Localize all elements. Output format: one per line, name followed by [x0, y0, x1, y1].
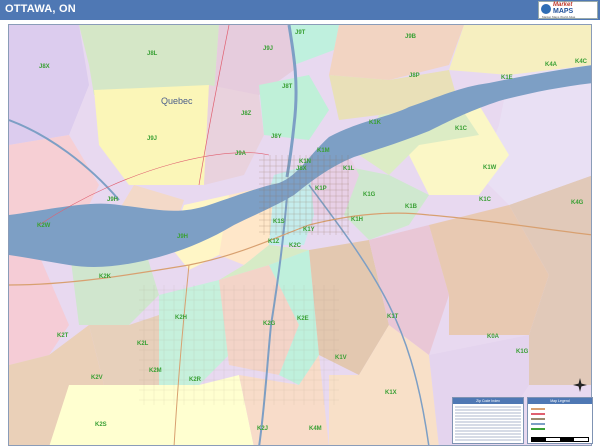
zip-label-k4g: K4G — [571, 200, 584, 206]
zip-label-k2r: K2R — [189, 377, 202, 383]
zip-label-k4m: K4M — [309, 426, 322, 432]
zip-label-j9j-2: J9J — [147, 136, 157, 142]
zip-label-k1e: K1E — [501, 75, 513, 81]
zip-label-k2j: K2J — [257, 426, 268, 432]
zip-label-k1w: K1W — [483, 165, 497, 171]
zip-label-k2e: K2E — [297, 316, 309, 322]
zip-label-j8x: J8X — [39, 64, 50, 70]
zip-label-j8t: J8T — [282, 84, 293, 90]
zip-label-k1y: K1Y — [303, 227, 315, 233]
zip-label-k1m: K1M — [317, 148, 330, 154]
zip-label-k2m: K2M — [149, 368, 162, 374]
zip-index-table: Zip Code Index — [452, 397, 524, 444]
zip-label-k4a: K4A — [545, 62, 558, 68]
index-row — [455, 436, 521, 438]
legend-item — [531, 418, 591, 421]
zip-label-k2t: K2T — [57, 333, 69, 339]
zip-label-j8x-2: J8X — [296, 166, 307, 172]
zip-label-k2s: K2S — [95, 422, 107, 428]
map-legend: Map Legend — [527, 397, 593, 444]
legend-item — [531, 408, 591, 411]
zip-label-k1l: K1L — [343, 166, 355, 172]
zip-area-j9j — [79, 25, 219, 95]
index-row — [455, 406, 521, 408]
legend-item — [531, 423, 591, 426]
zip-index-title: Zip Code Index — [453, 398, 523, 404]
zip-label-k1v: K1V — [335, 355, 347, 361]
zip-label-k1h: K1H — [351, 217, 363, 223]
zip-label-k1c: K1C — [455, 126, 468, 132]
zip-label-k1x: K1X — [385, 390, 397, 396]
map-canvas[interactable]: Quebec J9T J9B J9J J8L J8X J8P J8T J8Z J… — [8, 24, 592, 446]
zip-label-j9b: J9B — [405, 34, 417, 40]
zip-label-j8z: J8Z — [241, 111, 252, 117]
index-row — [455, 409, 521, 411]
zip-area-k4a-north — [449, 25, 591, 75]
zip-label-j9t: J9T — [295, 30, 306, 36]
index-row — [455, 421, 521, 423]
region-label-quebec: Quebec — [161, 96, 193, 106]
index-row — [455, 415, 521, 417]
zip-label-j8y: J8Y — [271, 134, 282, 140]
index-row — [455, 433, 521, 435]
index-row — [455, 418, 521, 420]
zip-label-k0a: K0A — [487, 334, 500, 340]
zip-index-rows — [455, 406, 521, 442]
zip-label-k2k: K2K — [99, 274, 112, 280]
globe-icon — [541, 4, 551, 14]
compass-rose-icon — [573, 378, 587, 392]
zip-label-k2c: K2C — [289, 243, 302, 249]
zip-label-k2l: K2L — [137, 341, 149, 347]
index-row — [455, 427, 521, 429]
map-svg[interactable]: Quebec J9T J9B J9J J8L J8X J8P J8T J8Z J… — [9, 25, 592, 446]
zip-label-k1c-2: K1C — [479, 197, 492, 203]
zip-label-k1s: K1S — [273, 219, 285, 225]
zip-label-j8l: J8L — [147, 51, 158, 57]
zip-label-j9h: J9H — [177, 234, 188, 240]
zip-label-j8p: J8P — [409, 73, 420, 79]
scale-bar — [531, 437, 589, 442]
legend-item — [531, 428, 591, 431]
logo-tagline: Market Maps World Atlas — [542, 15, 576, 19]
zip-label-k1k: K1K — [369, 120, 382, 126]
index-row — [455, 424, 521, 426]
zip-label-j9h-2: J9H — [107, 197, 118, 203]
zip-label-k1t: K1T — [387, 314, 399, 320]
suburban-streets — [139, 285, 339, 405]
publisher-logo: Market MAPS Market Maps World Atlas — [538, 1, 598, 19]
map-legend-title: Map Legend — [528, 398, 592, 404]
zip-label-j9a: J9A — [235, 151, 247, 157]
legend-item — [531, 413, 591, 416]
map-frame: OTTAWA, ON Market MAPS Market Maps World… — [0, 0, 600, 448]
index-row — [455, 430, 521, 432]
zip-label-k1g-2: K1G — [516, 349, 529, 355]
zip-label-k1p: K1P — [315, 186, 327, 192]
zip-label-k1z: K1Z — [268, 239, 280, 245]
zip-label-k2w: K2W — [37, 223, 51, 229]
index-row — [455, 439, 521, 441]
zip-label-j9j: J9J — [263, 46, 273, 52]
zip-label-k1b: K1B — [405, 204, 418, 210]
zip-label-k1g: K1G — [363, 192, 376, 198]
index-row — [455, 412, 521, 414]
title-bar: OTTAWA, ON Market MAPS Market Maps World… — [0, 0, 600, 20]
zip-label-k2v: K2V — [91, 375, 103, 381]
zip-label-k1n: K1N — [299, 159, 311, 165]
map-title: OTTAWA, ON — [5, 3, 76, 15]
zip-label-k2h: K2H — [175, 315, 187, 321]
zip-label-k4c: K4C — [575, 59, 588, 65]
zip-label-k2g: K2G — [263, 321, 276, 327]
